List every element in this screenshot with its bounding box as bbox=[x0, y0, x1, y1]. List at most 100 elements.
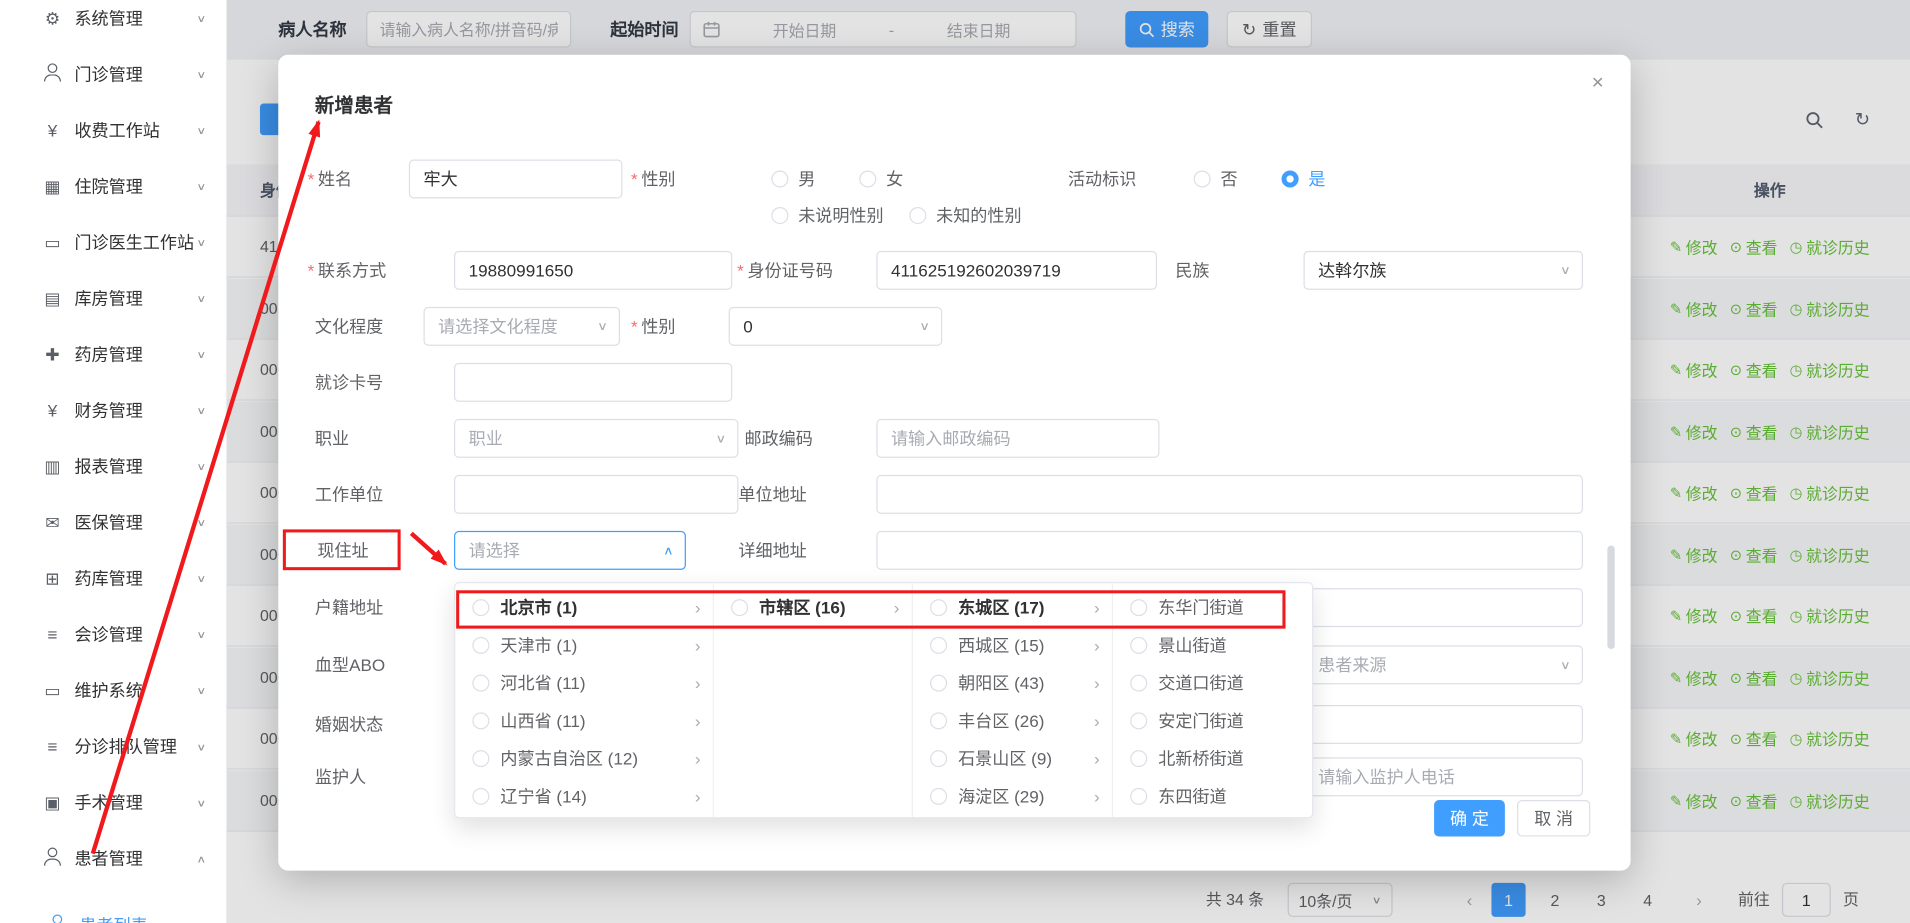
id-number-input[interactable] bbox=[876, 251, 1157, 290]
education-select[interactable]: 请选择文化程度 ∨ bbox=[424, 307, 621, 346]
visit-card-label: 就诊卡号 bbox=[315, 363, 383, 402]
cascader-option-fengtai[interactable]: 丰台区 (26)› bbox=[913, 701, 1112, 739]
sidebar-item-warehouse-management[interactable]: ▤ 库房管理 ∨ bbox=[0, 270, 226, 326]
occupation-label: 职业 bbox=[315, 419, 349, 458]
gender-radio-unstated[interactable]: 未说明性别 bbox=[771, 196, 883, 235]
work-unit-input[interactable] bbox=[454, 475, 738, 514]
cascader-option-shixiaqu[interactable]: 市辖区 (16)› bbox=[714, 588, 912, 626]
marital-right-input[interactable] bbox=[1303, 705, 1582, 744]
chevron-down-icon: ∨ bbox=[196, 124, 206, 136]
gender-radio-female[interactable]: 女 bbox=[859, 160, 903, 199]
contact-input[interactable] bbox=[454, 251, 732, 290]
sidebar-item-consultation-management[interactable]: ≡ 会诊管理 ∨ bbox=[0, 606, 226, 662]
visit-card-input[interactable] bbox=[454, 363, 732, 402]
close-icon[interactable]: × bbox=[1584, 69, 1611, 96]
gender-code-label: *性别 bbox=[631, 307, 675, 346]
radio-icon[interactable] bbox=[1130, 712, 1147, 729]
sidebar-item-outpatient-doctor-workstation[interactable]: ▭ 门诊医生工作站 ∨ bbox=[0, 214, 226, 270]
sidebar-item-patient-list[interactable]: 患者列表 bbox=[0, 897, 226, 923]
chevron-right-icon: › bbox=[1094, 748, 1100, 767]
chevron-down-icon: ∨ bbox=[196, 628, 206, 640]
cascader-option-tianjin[interactable]: 天津市 (1)› bbox=[455, 626, 713, 664]
sidebar-item-patient-management[interactable]: 患者管理 ∧ bbox=[0, 830, 226, 886]
sidebar-item-surgery-management[interactable]: ▣ 手术管理 ∨ bbox=[0, 774, 226, 830]
radio-icon[interactable] bbox=[731, 598, 748, 615]
radio-icon[interactable] bbox=[930, 598, 947, 615]
radio-icon[interactable] bbox=[1130, 674, 1147, 691]
gender-radio-unknown[interactable]: 未知的性别 bbox=[909, 196, 1021, 235]
occupation-select[interactable]: 职业 ∨ bbox=[454, 419, 738, 458]
radio-icon[interactable] bbox=[1130, 598, 1147, 615]
gender-code-select[interactable]: 0 ∨ bbox=[729, 307, 943, 346]
cascader-option-andingmen[interactable]: 安定门街道 bbox=[1113, 701, 1312, 739]
active-flag-label: 活动标识 bbox=[1068, 160, 1136, 199]
report-icon: ▥ bbox=[41, 456, 63, 477]
sidebar-item-insurance-management[interactable]: ✉ 医保管理 ∨ bbox=[0, 494, 226, 550]
name-input[interactable] bbox=[409, 160, 623, 199]
sidebar-item-triage-queue-management[interactable]: ≡ 分诊排队管理 ∨ bbox=[0, 718, 226, 774]
detail-address-input[interactable] bbox=[876, 531, 1583, 570]
cascader-option-beijing[interactable]: 北京市 (1)› bbox=[455, 588, 713, 626]
cascader-option-dongsi[interactable]: 东四街道 bbox=[1113, 777, 1312, 815]
current-address-cascader[interactable]: 请选择 ∧ bbox=[454, 531, 686, 570]
sidebar-item-charging-workstation[interactable]: ¥ 收费工作站 ∨ bbox=[0, 102, 226, 158]
sidebar-item-maintenance-system[interactable]: ▭ 维护系统 ∨ bbox=[0, 662, 226, 718]
cascader-option-neimenggu[interactable]: 内蒙古自治区 (12)› bbox=[455, 739, 713, 777]
household-detail-input[interactable] bbox=[1303, 588, 1582, 627]
sidebar-item-pharmacy-management[interactable]: ✚ 药房管理 ∨ bbox=[0, 326, 226, 382]
radio-icon[interactable] bbox=[930, 749, 947, 766]
cascader-option-shanxi[interactable]: 山西省 (11)› bbox=[455, 701, 713, 739]
radio-icon[interactable] bbox=[472, 787, 489, 804]
radio-icon[interactable] bbox=[472, 749, 489, 766]
cascader-option-dongcheng[interactable]: 东城区 (17)› bbox=[913, 588, 1112, 626]
radio-icon[interactable] bbox=[472, 636, 489, 653]
work-unit-label: 工作单位 bbox=[315, 475, 383, 514]
cascader-option-donghuamen[interactable]: 东华门街道 bbox=[1113, 588, 1312, 626]
radio-icon[interactable] bbox=[1130, 749, 1147, 766]
cascader-option-chaoyang[interactable]: 朝阳区 (43)› bbox=[913, 664, 1112, 702]
active-flag-radio-no[interactable]: 否 bbox=[1194, 160, 1238, 199]
cascader-option-jiaodaokou[interactable]: 交道口街道 bbox=[1113, 664, 1312, 702]
guardian-phone-input[interactable] bbox=[1303, 757, 1582, 796]
cascader-option-liaoning[interactable]: 辽宁省 (14)› bbox=[455, 777, 713, 815]
radio-icon[interactable] bbox=[930, 712, 947, 729]
active-flag-radio-yes[interactable]: 是 bbox=[1282, 160, 1326, 199]
cascader-option-beixinqiao[interactable]: 北新桥街道 bbox=[1113, 739, 1312, 777]
sidebar-item-system-management[interactable]: ⚙ 系统管理 ∨ bbox=[0, 0, 226, 46]
cascader-option-haidian[interactable]: 海淀区 (29)› bbox=[913, 777, 1112, 815]
sidebar-item-drugstore-management[interactable]: ⊞ 药库管理 ∨ bbox=[0, 550, 226, 606]
radio-icon[interactable] bbox=[930, 674, 947, 691]
gender-radio-male[interactable]: 男 bbox=[771, 160, 815, 199]
chevron-down-icon: ∨ bbox=[196, 348, 206, 360]
chevron-right-icon: › bbox=[894, 597, 900, 616]
confirm-button[interactable]: 确 定 bbox=[1434, 800, 1505, 837]
cascader-option-jingshan[interactable]: 景山街道 bbox=[1113, 626, 1312, 664]
sidebar-item-inpatient-management[interactable]: ▦ 住院管理 ∨ bbox=[0, 158, 226, 214]
blood-type-label: 血型ABO bbox=[315, 645, 385, 684]
cascader-option-hebei[interactable]: 河北省 (11)› bbox=[455, 664, 713, 702]
patient-source-select[interactable]: 患者来源 ∨ bbox=[1303, 645, 1582, 684]
modal-scrollbar[interactable] bbox=[1607, 546, 1614, 650]
radio-icon[interactable] bbox=[930, 787, 947, 804]
sidebar-item-outpatient-management[interactable]: 门诊管理 ∨ bbox=[0, 46, 226, 102]
radio-icon[interactable] bbox=[1130, 636, 1147, 653]
radio-icon[interactable] bbox=[472, 674, 489, 691]
cancel-button[interactable]: 取 消 bbox=[1517, 800, 1590, 837]
chevron-down-icon: ∨ bbox=[196, 741, 206, 753]
sidebar-item-finance-management[interactable]: ¥ 财务管理 ∨ bbox=[0, 382, 226, 438]
radio-icon[interactable] bbox=[472, 712, 489, 729]
radio-icon[interactable] bbox=[930, 636, 947, 653]
ethnicity-select[interactable]: 达斡尔族 ∨ bbox=[1303, 251, 1582, 290]
chevron-down-icon: ∨ bbox=[196, 236, 206, 248]
sidebar-item-report-management[interactable]: ▥ 报表管理 ∨ bbox=[0, 438, 226, 494]
postal-code-input[interactable] bbox=[876, 419, 1159, 458]
radio-icon[interactable] bbox=[1130, 787, 1147, 804]
chevron-down-icon: ∨ bbox=[597, 320, 608, 334]
radio-icon[interactable] bbox=[472, 598, 489, 615]
work-address-input[interactable] bbox=[876, 475, 1583, 514]
monitor-icon: ▭ bbox=[41, 232, 63, 253]
cascader-option-xicheng[interactable]: 西城区 (15)› bbox=[913, 626, 1112, 664]
cascader-option-shijingshan[interactable]: 石景山区 (9)› bbox=[913, 739, 1112, 777]
chevron-right-icon: › bbox=[1094, 673, 1100, 692]
sidebar: ⚙ 系统管理 ∨ 门诊管理 ∨ ¥ 收费工作站 ∨ ▦ 住院管理 ∨ ▭ 门诊 bbox=[0, 0, 227, 923]
